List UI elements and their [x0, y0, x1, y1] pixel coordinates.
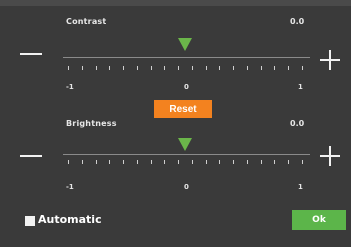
- contrast-label: Contrast: [66, 17, 107, 26]
- brightness-min-label: -1: [66, 183, 74, 191]
- reset-button[interactable]: Reset: [154, 100, 212, 118]
- slider-tick: [109, 66, 111, 70]
- slider-tick: [191, 160, 193, 164]
- contrast-mid-label: 0: [184, 83, 189, 91]
- slider-tick: [219, 66, 221, 70]
- contrast-value: 0.0: [290, 17, 305, 26]
- slider-tick: [178, 66, 180, 70]
- ok-button[interactable]: Ok: [292, 210, 346, 230]
- contrast-track[interactable]: [63, 57, 310, 58]
- slider-tick: [233, 66, 235, 70]
- slider-tick: [81, 160, 83, 164]
- brightness-max-label: 1: [298, 183, 303, 191]
- slider-tick: [205, 66, 207, 70]
- contrast-min-label: -1: [66, 83, 74, 91]
- slider-tick: [233, 160, 235, 164]
- slider-tick: [288, 160, 290, 164]
- slider-tick: [68, 160, 69, 164]
- automatic-checkbox[interactable]: [25, 216, 35, 226]
- slider-tick: [274, 160, 276, 164]
- contrast-max-label: 1: [298, 83, 303, 91]
- slider-tick: [302, 160, 303, 164]
- slider-tick: [109, 160, 111, 164]
- brightness-label: Brightness: [66, 119, 117, 128]
- slider-tick: [95, 66, 97, 70]
- slider-tick: [260, 66, 262, 70]
- slider-tick: [260, 160, 262, 164]
- slider-tick: [150, 160, 152, 164]
- slider-tick: [219, 160, 221, 164]
- slider-tick: [123, 160, 125, 164]
- slider-tick: [164, 160, 166, 164]
- slider-tick: [288, 66, 290, 70]
- brightness-slider-thumb[interactable]: [178, 138, 192, 151]
- slider-tick: [136, 160, 138, 164]
- contrast-decrease-minus-icon[interactable]: [20, 53, 42, 55]
- slider-tick: [81, 66, 83, 70]
- brightness-mid-label: 0: [184, 183, 189, 191]
- slider-tick: [95, 160, 97, 164]
- slider-tick: [164, 66, 166, 70]
- slider-tick: [136, 66, 138, 70]
- automatic-label: Automatic: [38, 213, 102, 226]
- contrast-slider-thumb[interactable]: [178, 38, 192, 51]
- slider-tick: [150, 66, 152, 70]
- top-strip: [0, 0, 351, 6]
- slider-tick: [246, 66, 248, 70]
- slider-tick: [178, 160, 180, 164]
- slider-tick: [246, 160, 248, 164]
- slider-tick: [191, 66, 193, 70]
- brightness-value: 0.0: [290, 119, 305, 128]
- brightness-track[interactable]: [63, 154, 310, 155]
- slider-tick: [123, 66, 125, 70]
- slider-tick: [274, 66, 276, 70]
- slider-tick: [205, 160, 207, 164]
- slider-tick: [68, 66, 69, 70]
- brightness-decrease-minus-icon[interactable]: [20, 155, 42, 157]
- slider-tick: [302, 66, 303, 70]
